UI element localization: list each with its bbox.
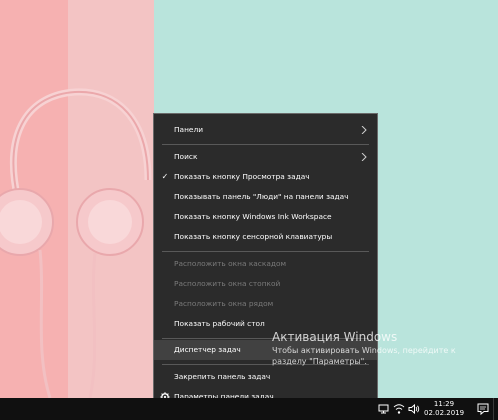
taskbar[interactable]: 11:29 02.02.2019 bbox=[0, 398, 498, 420]
menu-separator bbox=[162, 144, 369, 145]
menu-item-label: Расположить окна каскадом bbox=[174, 259, 287, 268]
windows-activation-watermark: Активация Windows Чтобы активировать Win… bbox=[272, 329, 456, 367]
menu-item-show-task-view[interactable]: ✓ Показать кнопку Просмотра задач bbox=[154, 167, 377, 187]
clock-date: 02.02.2019 bbox=[424, 409, 465, 417]
clock-time: 11:29 bbox=[433, 400, 455, 408]
system-clock[interactable]: 11:29 02.02.2019 bbox=[424, 400, 464, 418]
menu-item-label: Показать кнопку Просмотра задач bbox=[174, 172, 310, 181]
activation-line-2: разделу "Параметры". bbox=[272, 357, 367, 366]
menu-item-cascade-windows: Расположить окна каскадом bbox=[154, 254, 377, 274]
activation-line-1: Чтобы активировать Windows, перейдите к bbox=[272, 346, 456, 355]
menu-item-show-touch-keyboard[interactable]: Показать кнопку сенсорной клавиатуры bbox=[154, 227, 377, 247]
system-tray bbox=[360, 398, 424, 420]
menu-separator bbox=[162, 251, 369, 252]
menu-item-label: Показать кнопку Windows Ink Workspace bbox=[174, 212, 332, 221]
menu-item-side-by-side-windows: Расположить окна рядом bbox=[154, 294, 377, 314]
menu-item-label: Расположить окна рядом bbox=[174, 299, 274, 308]
menu-item-label: Диспетчер задач bbox=[174, 345, 241, 354]
menu-item-label: Панели bbox=[174, 125, 203, 134]
network-icon[interactable] bbox=[378, 403, 390, 415]
menu-item-label: Закрепить панель задач bbox=[174, 372, 271, 381]
menu-item-panels[interactable]: Панели bbox=[154, 120, 377, 140]
menu-item-show-ink-workspace[interactable]: Показать кнопку Windows Ink Workspace bbox=[154, 207, 377, 227]
activation-title: Активация Windows bbox=[272, 330, 398, 344]
menu-item-label: Поиск bbox=[174, 152, 198, 161]
menu-item-label: Расположить окна стопкой bbox=[174, 279, 281, 288]
menu-item-search[interactable]: Поиск bbox=[154, 147, 377, 167]
headphones-illustration bbox=[0, 88, 152, 398]
chevron-right-icon bbox=[361, 153, 367, 161]
chevron-right-icon bbox=[361, 126, 367, 134]
checkmark-icon: ✓ bbox=[161, 172, 169, 181]
menu-item-stack-windows: Расположить окна стопкой bbox=[154, 274, 377, 294]
menu-item-label: Показать кнопку сенсорной клавиатуры bbox=[174, 232, 333, 241]
volume-icon[interactable] bbox=[408, 403, 420, 415]
notification-center-icon[interactable] bbox=[476, 402, 490, 416]
menu-item-label: Показать рабочий стол bbox=[174, 319, 265, 328]
show-desktop-button[interactable] bbox=[493, 398, 498, 420]
menu-item-show-people[interactable]: Показывать панель "Люди" на панели задач bbox=[154, 187, 377, 207]
wifi-icon[interactable] bbox=[393, 403, 405, 415]
menu-item-lock-taskbar[interactable]: Закрепить панель задач bbox=[154, 367, 377, 387]
menu-item-label: Показывать панель "Люди" на панели задач bbox=[174, 192, 349, 201]
